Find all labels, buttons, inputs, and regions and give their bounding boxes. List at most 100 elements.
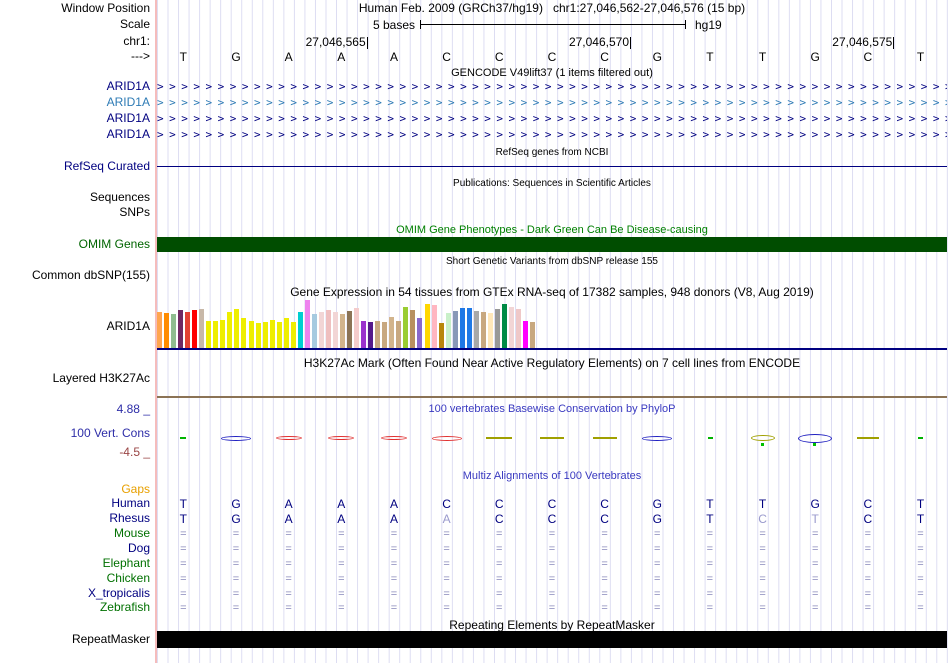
gtex-tissue-bar[interactable]: [263, 322, 268, 348]
species-label[interactable]: Zebrafish: [0, 601, 150, 614]
gencode-transcript-arrows[interactable]: >>>>>>>>>>>>>>>>>>>>>>>>>>>>>>>>>>>>>>>>…: [157, 112, 947, 126]
species-label[interactable]: Mouse: [0, 527, 150, 540]
alignment-base: =: [578, 601, 631, 615]
common-dbsnp-label[interactable]: Common dbSNP(155): [0, 269, 150, 282]
species-label[interactable]: Dog: [0, 542, 150, 555]
alignment-base: =: [368, 557, 421, 571]
sequences-label[interactable]: Sequences: [0, 191, 150, 204]
gtex-tissue-bar[interactable]: [192, 310, 197, 348]
gtex-tissue-bar[interactable]: [171, 314, 176, 348]
alignment-row[interactable]: ===============: [157, 601, 947, 615]
gtex-tissue-bar[interactable]: [488, 313, 493, 348]
gtex-tissue-bar[interactable]: [460, 308, 465, 348]
gtex-tissue-bar[interactable]: [284, 318, 289, 348]
gtex-gene-label[interactable]: ARID1A: [0, 320, 150, 333]
gtex-tissue-bar[interactable]: [354, 308, 359, 348]
gtex-tissue-bar[interactable]: [410, 310, 415, 348]
gencode-transcript-label[interactable]: ARID1A: [0, 112, 150, 125]
gtex-tissue-bar[interactable]: [256, 323, 261, 348]
gencode-transcript-arrows[interactable]: >>>>>>>>>>>>>>>>>>>>>>>>>>>>>>>>>>>>>>>>…: [157, 128, 947, 142]
gtex-tissue-bar[interactable]: [361, 321, 366, 348]
alignment-row[interactable]: TGAAACCCCGTTGCT: [157, 497, 947, 511]
alignment-base: =: [684, 572, 737, 586]
repeatmasker-label[interactable]: RepeatMasker: [0, 633, 150, 646]
gtex-tissue-bar[interactable]: [417, 318, 422, 348]
refseq-curated-label[interactable]: RefSeq Curated: [0, 160, 150, 173]
gtex-tissue-bar[interactable]: [523, 321, 528, 348]
alignment-row[interactable]: ===============: [157, 542, 947, 556]
gtex-tissue-bar[interactable]: [206, 321, 211, 348]
gtex-tissue-bar[interactable]: [185, 312, 190, 348]
gtex-tissue-bar[interactable]: [340, 314, 345, 348]
h3k27ac-baseline[interactable]: [157, 396, 947, 398]
h3k27ac-label[interactable]: Layered H3K27Ac: [0, 372, 150, 385]
gencode-transcript-label[interactable]: ARID1A: [0, 80, 150, 93]
gtex-tissue-bar[interactable]: [305, 300, 310, 348]
gtex-tissue-bar[interactable]: [249, 321, 254, 348]
gtex-tissue-bar[interactable]: [164, 313, 169, 348]
gtex-tissue-bar[interactable]: [375, 321, 380, 348]
gtex-tissue-bar[interactable]: [474, 311, 479, 348]
gtex-tissue-bar[interactable]: [298, 312, 303, 348]
gtex-tissue-bar[interactable]: [446, 313, 451, 348]
gtex-tissue-bar[interactable]: [389, 317, 394, 348]
gtex-tissue-bar[interactable]: [319, 312, 324, 348]
snps-label[interactable]: SNPs: [0, 206, 150, 219]
gtex-tissue-bar[interactable]: [453, 311, 458, 348]
gtex-tissue-bar[interactable]: [347, 311, 352, 348]
species-label[interactable]: Rhesus: [0, 512, 150, 525]
gtex-tissue-bar[interactable]: [178, 310, 183, 348]
gtex-tissue-bar[interactable]: [234, 309, 239, 348]
gencode-transcript-label[interactable]: ARID1A: [0, 128, 150, 141]
gtex-tissue-bar[interactable]: [502, 304, 507, 348]
alignment-row[interactable]: TGAAAACCCGTCTCT: [157, 512, 947, 526]
gtex-tissue-bar[interactable]: [516, 309, 521, 348]
alignment-row[interactable]: ===============: [157, 587, 947, 601]
gtex-tissue-bar[interactable]: [333, 312, 338, 348]
gtex-tissue-bar[interactable]: [241, 318, 246, 348]
species-label[interactable]: Human: [0, 497, 150, 510]
gencode-transcript-label[interactable]: ARID1A: [0, 96, 150, 109]
phylop-glyph: [221, 436, 251, 441]
phylop-glyph: [540, 437, 564, 439]
gtex-tissue-bar[interactable]: [467, 308, 472, 348]
gencode-transcript-arrows[interactable]: >>>>>>>>>>>>>>>>>>>>>>>>>>>>>>>>>>>>>>>>…: [157, 80, 947, 94]
species-label[interactable]: X_tropicalis: [0, 587, 150, 600]
omim-genes-label[interactable]: OMIM Genes: [0, 238, 150, 251]
gtex-tissue-bar[interactable]: [509, 307, 514, 348]
gtex-tissue-bar[interactable]: [382, 322, 387, 348]
alignment-base: =: [368, 527, 421, 541]
omim-genes-bar[interactable]: [157, 237, 947, 252]
gtex-tissue-bar[interactable]: [227, 312, 232, 348]
gtex-tissue-bar[interactable]: [326, 310, 331, 348]
repeatmasker-bar[interactable]: [157, 631, 947, 648]
gtex-tissue-bar[interactable]: [270, 320, 275, 348]
base-letter: A: [368, 50, 421, 64]
phylop-track-label[interactable]: 100 Vert. Cons: [0, 427, 150, 440]
gtex-tissue-bar[interactable]: [368, 322, 373, 348]
gtex-tissue-bar[interactable]: [530, 322, 535, 348]
gtex-tissue-bar[interactable]: [495, 309, 500, 348]
refseq-curated-line[interactable]: [157, 166, 947, 167]
alignment-row[interactable]: ===============: [157, 557, 947, 571]
gtex-tissue-bar[interactable]: [396, 321, 401, 348]
gtex-tissue-bar[interactable]: [291, 322, 296, 348]
gtex-tissue-bar[interactable]: [439, 323, 444, 348]
species-label[interactable]: Elephant: [0, 557, 150, 570]
gtex-tissue-bar[interactable]: [403, 307, 408, 348]
alignment-row[interactable]: ===============: [157, 572, 947, 586]
species-label[interactable]: Chicken: [0, 572, 150, 585]
gtex-tissue-bar[interactable]: [213, 321, 218, 348]
gtex-tissue-bar[interactable]: [157, 312, 162, 348]
gtex-tissue-bar[interactable]: [481, 312, 486, 348]
gtex-tissue-bar[interactable]: [432, 305, 437, 348]
gencode-transcript-arrows[interactable]: >>>>>>>>>>>>>>>>>>>>>>>>>>>>>>>>>>>>>>>>…: [157, 96, 947, 110]
gtex-tissue-bar[interactable]: [425, 304, 430, 348]
gtex-tissue-bar[interactable]: [312, 314, 317, 348]
gtex-tissue-bar[interactable]: [277, 322, 282, 348]
alignment-row[interactable]: ===============: [157, 527, 947, 541]
dna-sequence-row[interactable]: TGAAACCCCGTTGCT: [157, 50, 947, 64]
species-label[interactable]: Gaps: [0, 483, 150, 496]
gtex-tissue-bar[interactable]: [220, 320, 225, 348]
gtex-tissue-bar[interactable]: [199, 309, 204, 348]
